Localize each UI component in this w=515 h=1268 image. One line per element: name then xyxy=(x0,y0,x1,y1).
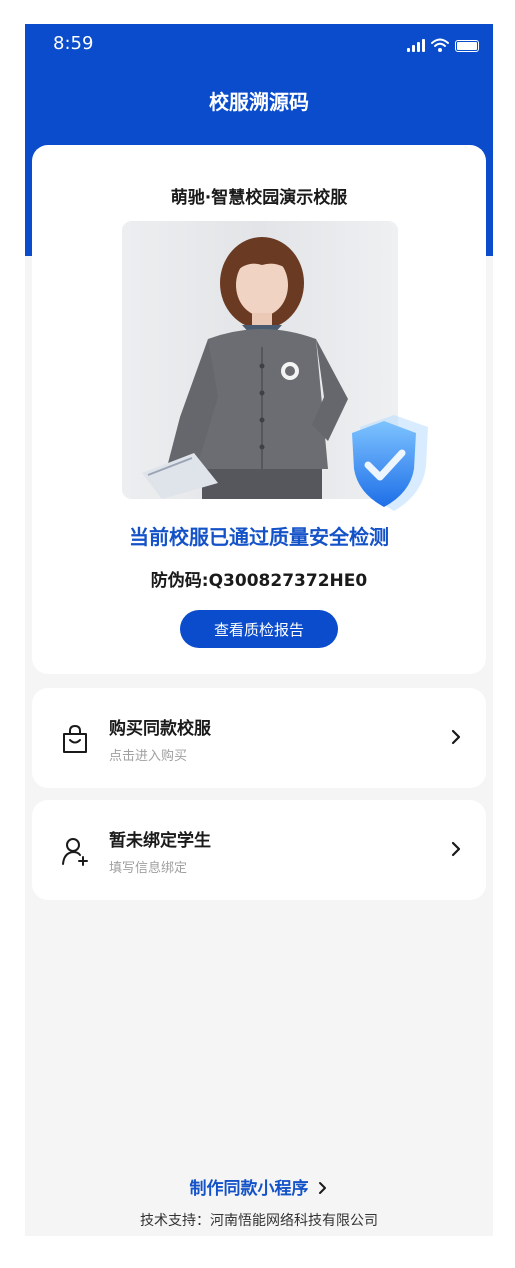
chevron-right-icon xyxy=(451,841,461,857)
signal-icon xyxy=(407,38,425,52)
status-bar: 8:59 xyxy=(25,24,493,68)
wifi-icon xyxy=(431,38,449,52)
shopping-bag-icon xyxy=(63,724,87,753)
status-icons xyxy=(407,36,479,52)
add-user-icon xyxy=(62,838,88,866)
tech-support-text: 技术支持：河南悟能网络科技有限公司 xyxy=(140,1213,378,1229)
product-card: 萌驰·智慧校园演示校服 当前校服已通过质量安全检测 防伪码:Q300827372… xyxy=(32,145,486,674)
battery-icon xyxy=(455,40,479,52)
phone-screen: 8:59 校服溯源码 萌驰·智慧校园演示校服 当前校服已通过质量安全检测 防伪码… xyxy=(25,24,493,1236)
make-mini-program-link[interactable]: 制作同款小程序 xyxy=(25,1174,493,1199)
page-title: 校服溯源码 xyxy=(209,90,309,114)
verified-shield-icon xyxy=(352,415,428,511)
view-report-button[interactable]: 查看质检报告 xyxy=(180,610,338,648)
menu-item-title: 购买同款校服 xyxy=(109,719,211,739)
buy-uniform-item[interactable]: 购买同款校服 点击进入购买 xyxy=(32,688,486,788)
code-value: Q300827372HE0 xyxy=(208,571,368,591)
chevron-right-icon xyxy=(319,1182,327,1194)
product-name: 萌驰·智慧校园演示校服 xyxy=(170,188,348,208)
bind-student-item[interactable]: 暂未绑定学生 填写信息绑定 xyxy=(32,800,486,900)
menu-item-title: 暂未绑定学生 xyxy=(109,831,211,851)
quality-pass-text: 当前校服已通过质量安全检测 xyxy=(129,525,389,549)
status-time: 8:59 xyxy=(53,33,94,54)
menu-item-subtitle: 点击进入购买 xyxy=(109,749,188,764)
chevron-right-icon xyxy=(451,729,461,745)
mini-program-link-label: 制作同款小程序 xyxy=(189,1179,309,1199)
anti-counterfeit-code: 防伪码:Q300827372HE0 xyxy=(32,566,486,591)
code-label: 防伪码: xyxy=(150,571,209,591)
menu-item-subtitle: 填写信息绑定 xyxy=(109,861,188,876)
